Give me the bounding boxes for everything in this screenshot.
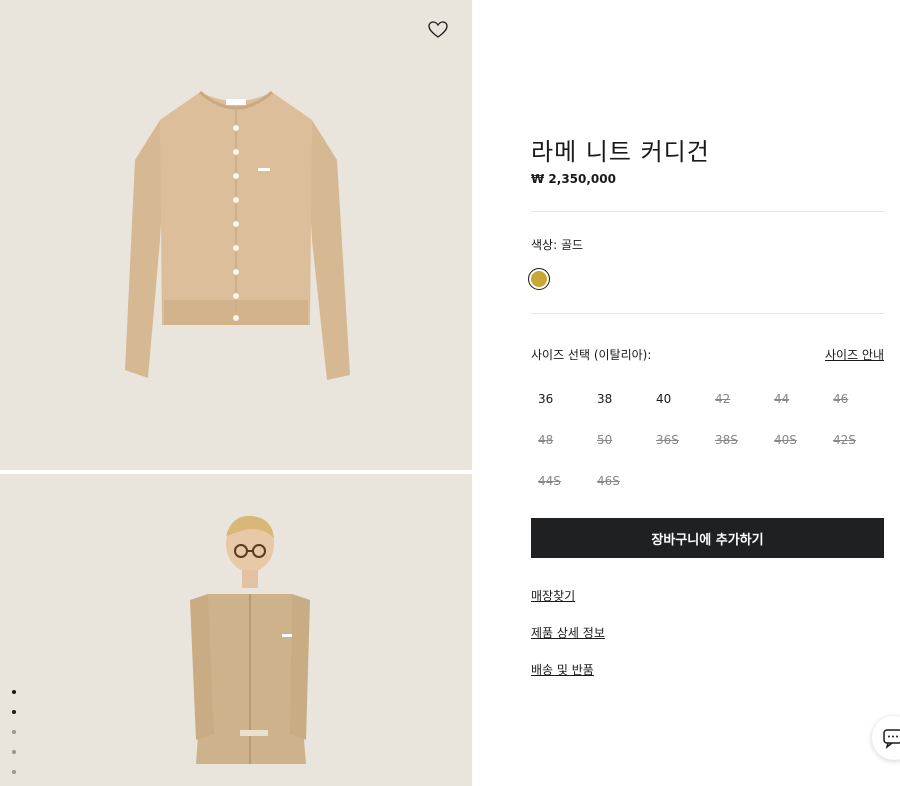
divider — [531, 211, 884, 212]
size-label: 사이즈 선택 (이탈리아): — [531, 348, 652, 362]
gallery-dot[interactable] — [12, 730, 16, 734]
add-to-cart-button[interactable]: 장바구니에 추가하기 — [531, 518, 884, 558]
size-option[interactable]: 42 — [708, 388, 767, 410]
size-guide-link[interactable]: 사이즈 안내 — [825, 346, 884, 363]
size-option[interactable]: 40S — [767, 429, 826, 451]
divider — [531, 313, 884, 314]
color-swatch-gold[interactable] — [528, 268, 550, 290]
gallery-dot[interactable] — [12, 690, 16, 694]
shipping-returns-link[interactable]: 배송 및 반품 — [531, 661, 594, 678]
size-option[interactable]: 44 — [767, 388, 826, 410]
gallery-dot[interactable] — [12, 710, 16, 714]
product-title: 라메 니트 커디건 — [531, 138, 710, 166]
gallery-pagination — [12, 690, 16, 774]
store-locator-link[interactable]: 매장찾기 — [531, 587, 575, 604]
size-options: 36 38 40 42 44 46 48 50 36S 38S 40S 42S 44S 46S — [531, 388, 884, 492]
size-option[interactable]: 40 — [649, 388, 708, 410]
size-option[interactable]: 48 — [531, 429, 590, 451]
product-price: ₩ 2,350,000 — [531, 172, 616, 186]
chat-icon[interactable] — [872, 716, 900, 760]
product-details-link[interactable]: 제품 상세 정보 — [531, 624, 605, 641]
size-option[interactable]: 46 — [826, 388, 885, 410]
size-option[interactable]: 44S — [531, 470, 590, 492]
gallery-dot[interactable] — [12, 770, 16, 774]
product-image-flatlay[interactable] — [0, 0, 472, 470]
gallery-dot[interactable] — [12, 750, 16, 754]
size-option[interactable]: 42S — [826, 429, 885, 451]
size-option[interactable]: 38S — [708, 429, 767, 451]
product-gallery — [0, 0, 472, 786]
size-option[interactable]: 36 — [531, 388, 590, 410]
heart-icon[interactable] — [427, 20, 449, 40]
size-option[interactable]: 36S — [649, 429, 708, 451]
size-option[interactable]: 38 — [590, 388, 649, 410]
product-image-model[interactable] — [0, 474, 472, 786]
color-label: 색상: 골드 — [531, 238, 584, 252]
size-option[interactable]: 46S — [590, 470, 649, 492]
size-option[interactable]: 50 — [590, 429, 649, 451]
